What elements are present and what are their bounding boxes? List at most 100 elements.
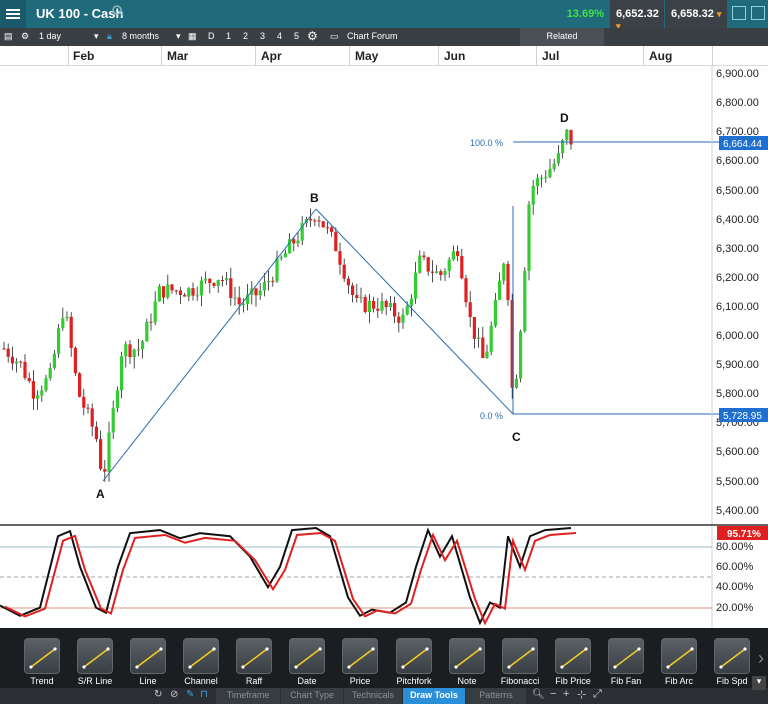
- timeframe-d[interactable]: D: [208, 31, 215, 41]
- buy-price-button[interactable]: 6,658.32 ▾: [665, 0, 727, 28]
- title-bar: UK 100 - Cash 13.69% 6,652.32 ▾ 6,658.32…: [0, 0, 768, 31]
- expand-icon[interactable]: ⤢: [593, 688, 602, 701]
- draw-tool-channel[interactable]: Channel: [176, 628, 226, 688]
- month-label: Jun: [444, 49, 466, 63]
- layout-icon[interactable]: ▤: [4, 31, 13, 42]
- month-label: Mar: [167, 49, 189, 63]
- draw-tool-price[interactable]: Price: [335, 628, 385, 688]
- raff-icon: [236, 638, 272, 674]
- candle-body: [149, 321, 153, 323]
- candle-body: [141, 341, 145, 350]
- line-icon: [130, 638, 166, 674]
- collapse-panel-icon[interactable]: ▾: [752, 676, 766, 690]
- hamburger-menu-icon[interactable]: [0, 0, 26, 28]
- timeframe-3[interactable]: 3: [260, 31, 265, 41]
- point-a-label: A: [96, 487, 105, 501]
- interval-dropdown-icon[interactable]: ▾: [94, 31, 99, 42]
- settings-gear-icon[interactable]: ⚙: [21, 31, 29, 42]
- draw-tool-s-r-line[interactable]: S/R Line: [70, 628, 120, 688]
- timeframe-1[interactable]: 1: [226, 31, 231, 41]
- price-tick: 6,000.00: [716, 330, 759, 342]
- price-tick: 6,500.00: [716, 185, 759, 197]
- month-label: Jul: [542, 49, 560, 63]
- refresh-icon[interactable]: ↻: [154, 689, 162, 700]
- candle-body: [6, 348, 10, 357]
- candle-body: [73, 347, 77, 374]
- tab-technicals[interactable]: Technicals: [344, 688, 402, 704]
- candle-body: [82, 396, 86, 408]
- candle-body: [351, 285, 355, 296]
- price-chart[interactable]: 100.0 % 0.0 % A B C D 6,900.00 6,800.00 …: [0, 66, 768, 628]
- lock-icon[interactable]: 🔒︎: [107, 31, 112, 42]
- settings-gear-icon[interactable]: ⚙: [307, 29, 318, 43]
- candle-body: [309, 218, 313, 221]
- search-icon[interactable]: [112, 5, 124, 20]
- sell-price-button[interactable]: 6,652.32 ▾: [610, 0, 664, 31]
- range-select[interactable]: 8 months: [122, 31, 159, 41]
- candle-body: [57, 328, 61, 354]
- fib-price-icon: [555, 638, 591, 674]
- range-dropdown-icon[interactable]: ▾: [176, 31, 181, 42]
- draw-tool-note[interactable]: Note: [442, 628, 492, 688]
- price-tick: 6,900.00: [716, 68, 759, 80]
- candle-body: [502, 263, 506, 281]
- fib-trend-line-bc[interactable]: [315, 208, 514, 415]
- timeframe-5[interactable]: 5: [294, 31, 299, 41]
- candle-body: [262, 282, 266, 291]
- zoom-out-icon[interactable]: −: [550, 688, 556, 700]
- candle-body: [338, 251, 342, 265]
- draw-tool-fibonacci[interactable]: Fibonacci: [495, 628, 545, 688]
- tab-draw-tools[interactable]: Draw Tools: [403, 688, 465, 704]
- timeframe-2[interactable]: 2: [243, 31, 248, 41]
- draw-tool-fib-arc[interactable]: Fib Arc: [654, 628, 704, 688]
- pencil-icon[interactable]: ✎: [186, 689, 194, 700]
- tab-patterns[interactable]: Patterns: [466, 688, 526, 704]
- candle-body: [254, 288, 258, 296]
- draw-tool-fib-spd[interactable]: Fib Spd: [707, 628, 757, 688]
- draw-tool-date[interactable]: Date: [282, 628, 332, 688]
- chart-forum-icon[interactable]: ▭: [330, 31, 339, 42]
- osc-tick: 60.00%: [716, 561, 754, 573]
- month-tick: [536, 46, 537, 66]
- draw-tool-fib-fan[interactable]: Fib Fan: [601, 628, 651, 688]
- candle-body: [212, 283, 216, 286]
- fib-trend-line-ab[interactable]: [102, 208, 317, 482]
- month-tick: [255, 46, 256, 66]
- maximize-icon[interactable]: [751, 6, 765, 20]
- interval-select[interactable]: 1 day: [39, 31, 61, 41]
- note-icon: [449, 638, 485, 674]
- detach-window-icon[interactable]: [732, 6, 746, 20]
- candle-body: [90, 408, 94, 427]
- candle-body: [460, 255, 464, 279]
- fib-fan-icon: [608, 638, 644, 674]
- price-tick: 6,800.00: [716, 97, 759, 109]
- hide-icon[interactable]: ⊘: [170, 689, 178, 700]
- chart-forum-link[interactable]: Chart Forum: [347, 31, 398, 41]
- magnet-icon[interactable]: ⊓: [200, 689, 208, 700]
- price-tick: 5,400.00: [716, 505, 759, 517]
- price-tick: 5,800.00: [716, 388, 759, 400]
- candle-body: [506, 263, 510, 301]
- candle-body: [384, 300, 388, 308]
- tab-timeframe[interactable]: Timeframe: [216, 688, 280, 704]
- timeframe-4[interactable]: 4: [277, 31, 282, 41]
- zoom-in-icon[interactable]: +: [563, 688, 569, 700]
- candle-body: [439, 271, 443, 276]
- draw-tool-fib-price[interactable]: Fib Price: [548, 628, 598, 688]
- zoom-icon[interactable]: 🔍︎: [532, 689, 545, 700]
- candle-body: [489, 325, 493, 352]
- draw-tool-pitchfork[interactable]: Pitchfork: [389, 628, 439, 688]
- candle-body: [523, 270, 527, 332]
- tab-chart-type[interactable]: Chart Type: [281, 688, 343, 704]
- candle-body: [120, 356, 124, 391]
- candle-body: [426, 257, 430, 272]
- draw-tool-line[interactable]: Line: [123, 628, 173, 688]
- draw-tool-raff[interactable]: Raff: [229, 628, 279, 688]
- fit-icon[interactable]: ⊹: [577, 688, 586, 701]
- related-tab[interactable]: Related: [520, 28, 604, 46]
- draw-tool-trend[interactable]: Trend: [17, 628, 67, 688]
- candle-body: [267, 280, 271, 283]
- candle-body: [317, 220, 321, 222]
- calendar-icon[interactable]: ▦: [188, 31, 197, 42]
- fibonacci-icon: [502, 638, 538, 674]
